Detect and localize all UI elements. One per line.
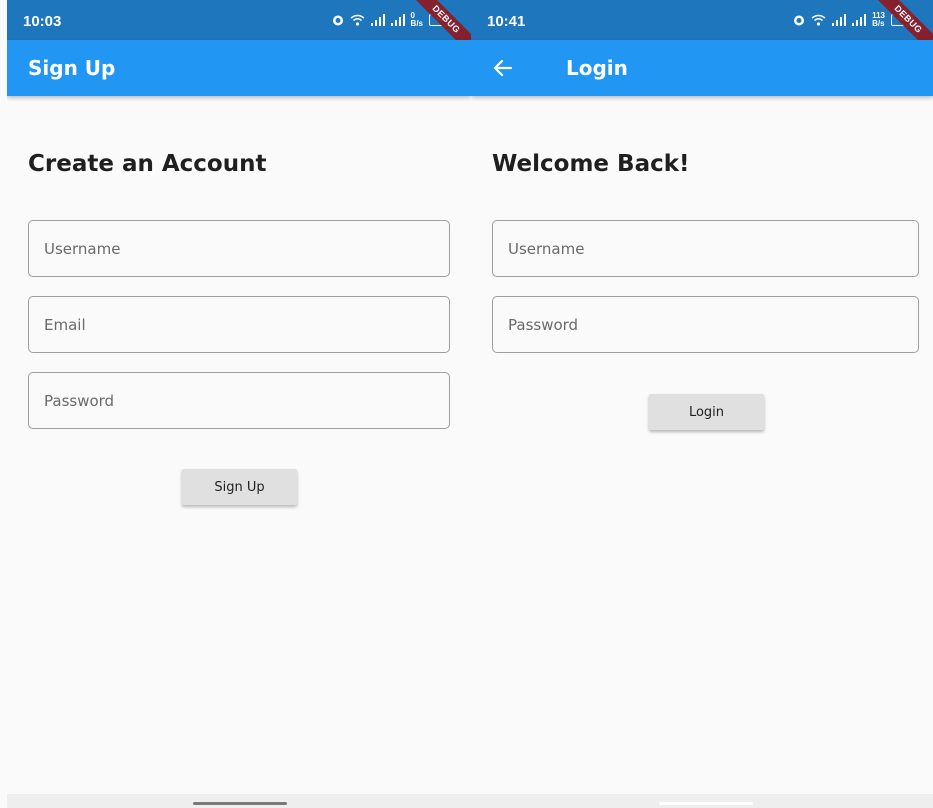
login-screen: 10:41 113 B/s 65 DEBUG Login Welcome Bac…: [471, 0, 933, 808]
password-field: [28, 372, 450, 429]
page-heading: Welcome Back!: [492, 151, 690, 177]
wifi-icon: [811, 14, 826, 26]
arrow-back-icon: [493, 59, 513, 77]
alarm-icon: [332, 15, 343, 26]
app-bar-title: Login: [566, 56, 628, 80]
status-bar: 10:03 0 B/s 61 DEBUG: [7, 0, 471, 64]
signal-icon: [832, 14, 847, 26]
navigation-bar: [7, 794, 471, 808]
sign-up-button[interactable]: Sign Up: [182, 469, 297, 505]
status-bar: 10:41 113 B/s 65 DEBUG: [471, 0, 933, 64]
login-button[interactable]: Login: [649, 394, 764, 430]
network-speed: 0 B/s: [410, 11, 423, 28]
username-input[interactable]: [493, 221, 918, 276]
password-input[interactable]: [493, 297, 918, 352]
signal-icon: [852, 14, 867, 26]
username-input[interactable]: [29, 221, 449, 276]
app-bar: Sign Up: [7, 40, 471, 96]
nav-handle[interactable]: [659, 802, 753, 805]
email-field: [28, 296, 450, 353]
signup-screen: 10:03 0 B/s 61 DEBUG Sign Up Create an A…: [7, 0, 471, 808]
email-input[interactable]: [29, 297, 449, 352]
alarm-icon: [794, 15, 805, 26]
username-field: [492, 220, 919, 277]
page-heading: Create an Account: [28, 151, 267, 177]
password-input[interactable]: [29, 373, 449, 428]
password-field: [492, 296, 919, 353]
status-time: 10:03: [23, 13, 62, 30]
back-button[interactable]: [487, 52, 519, 84]
status-time: 10:41: [487, 13, 526, 30]
signal-icon: [390, 14, 405, 26]
signal-icon: [370, 14, 385, 26]
username-field: [28, 220, 450, 277]
network-speed: 113 B/s: [872, 11, 885, 28]
navigation-bar: [471, 794, 933, 808]
app-bar: Login: [471, 40, 933, 96]
app-bar-title: Sign Up: [28, 56, 116, 80]
wifi-icon: [350, 14, 365, 26]
nav-handle[interactable]: [193, 802, 287, 805]
